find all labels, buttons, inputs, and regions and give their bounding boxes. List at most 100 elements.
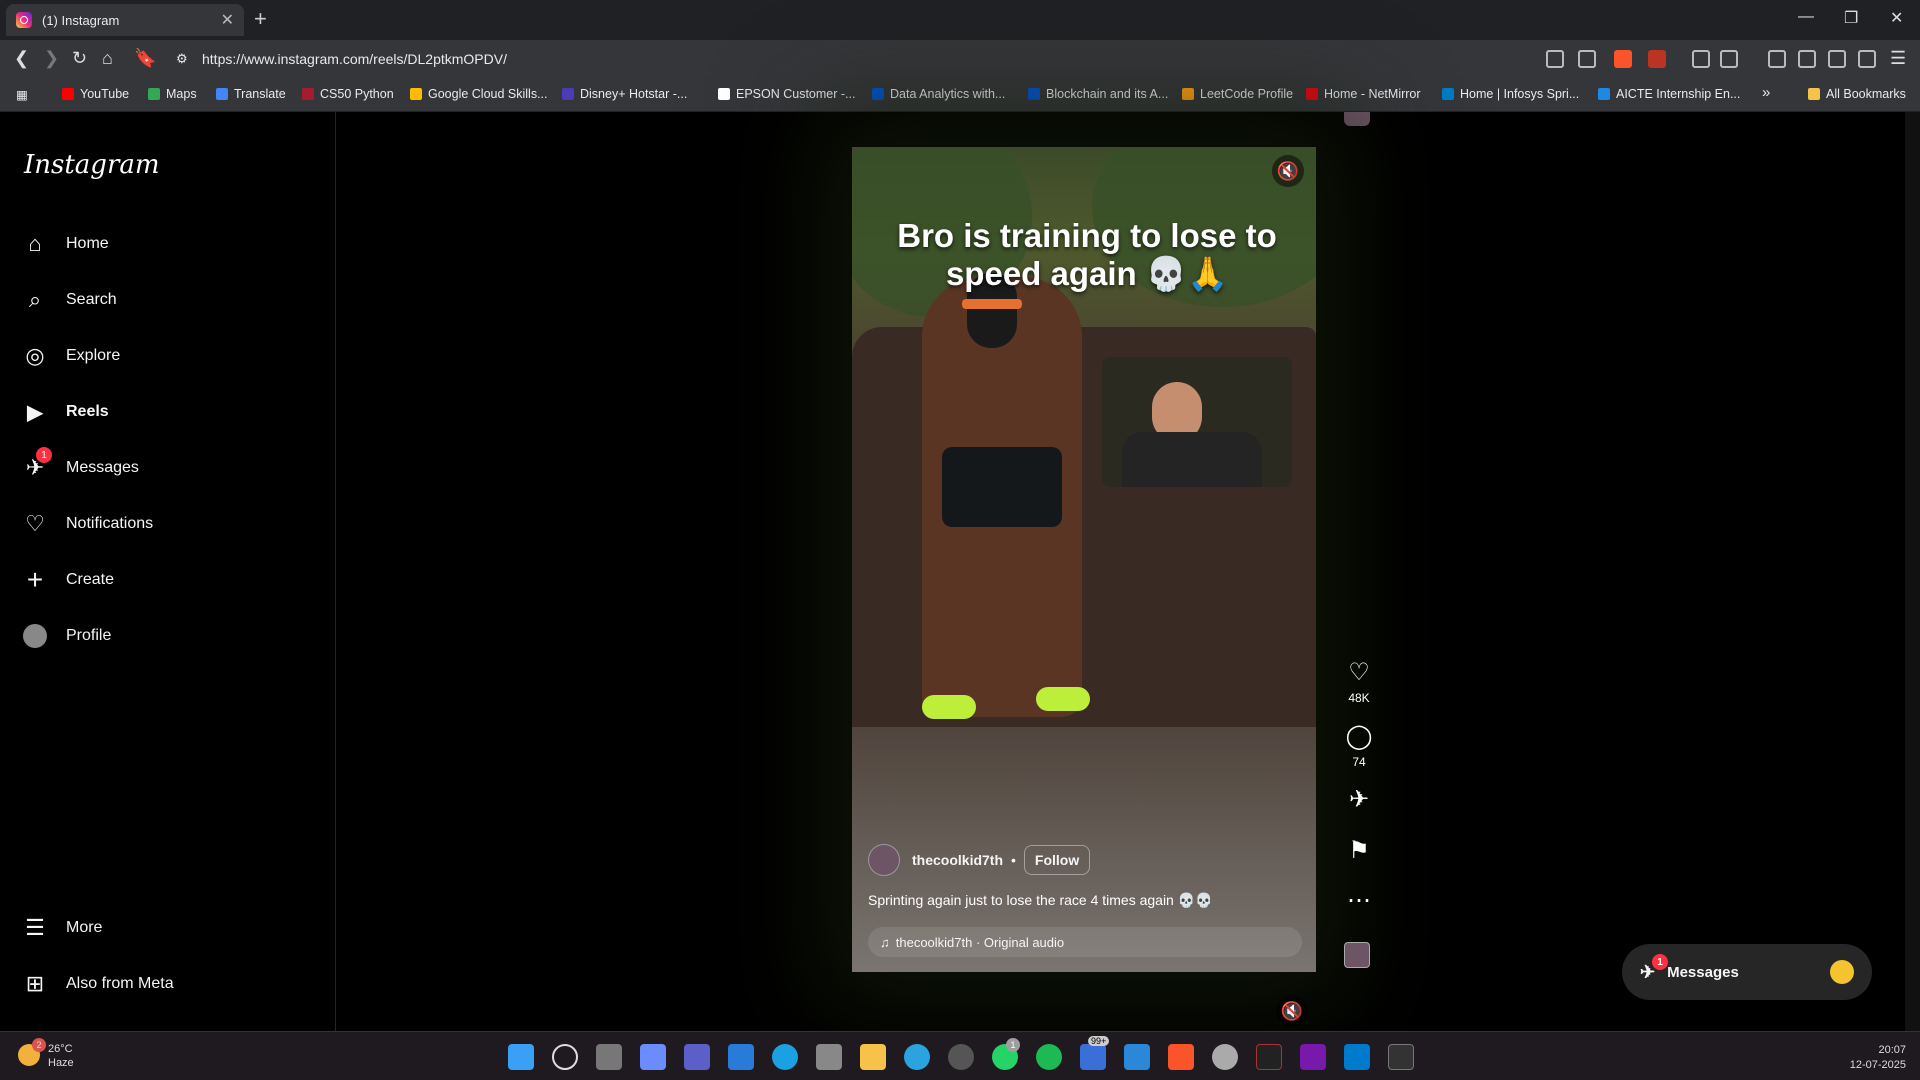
- mute-icon[interactable]: 🔇: [1272, 155, 1304, 187]
- nav-messages[interactable]: ✈ 1 Messages: [22, 447, 139, 483]
- brave-rewards-icon[interactable]: [1648, 50, 1666, 68]
- more-dots-icon[interactable]: ⋯: [1347, 886, 1371, 915]
- reload-icon[interactable]: ↻: [72, 48, 87, 69]
- cast-icon[interactable]: [1546, 50, 1564, 68]
- weather-widget[interactable]: 2 26°C Haze: [18, 1038, 74, 1070]
- comment-icon[interactable]: ◯: [1346, 722, 1373, 751]
- back-icon[interactable]: ❮: [14, 48, 29, 69]
- close-tab-icon[interactable]: ✕: [221, 10, 234, 30]
- bookmark-page-icon[interactable]: 🔖: [134, 48, 156, 69]
- messages-dock[interactable]: ✈ 1 Messages: [1622, 944, 1872, 1000]
- follow-button[interactable]: Follow: [1023, 845, 1091, 875]
- menu-icon[interactable]: ☰: [1890, 48, 1906, 69]
- more-bookmarks-icon[interactable]: »: [1762, 84, 1770, 101]
- file-explorer-icon[interactable]: [860, 1044, 886, 1070]
- nav-reels[interactable]: ▶ Reels: [22, 397, 108, 427]
- bookmark-epson[interactable]: EPSON Customer -...: [718, 87, 855, 101]
- bookmark-blockchain[interactable]: Blockchain and its A...: [1028, 87, 1168, 101]
- more-options[interactable]: ⋯: [1334, 886, 1384, 919]
- share-icon[interactable]: [1578, 50, 1596, 68]
- all-bookmarks-folder[interactable]: All Bookmarks: [1808, 87, 1906, 101]
- whatsapp-icon[interactable]: 1: [992, 1038, 1020, 1070]
- nav-also-from-meta[interactable]: ⊞ Also from Meta: [22, 969, 174, 999]
- clock-app-icon[interactable]: [1212, 1044, 1238, 1070]
- bookmark-google-cloud[interactable]: Google Cloud Skills...: [410, 87, 548, 101]
- temperature: 26°C: [48, 1043, 73, 1055]
- audio-thumbnail-avatar[interactable]: [1344, 942, 1370, 968]
- home-icon[interactable]: ⌂: [102, 48, 113, 69]
- new-tab-button[interactable]: +: [254, 6, 267, 32]
- todo-icon[interactable]: [1124, 1044, 1150, 1070]
- bookmark-maps[interactable]: Maps: [148, 87, 197, 101]
- taskbar-search-icon[interactable]: [552, 1044, 578, 1070]
- site-info-icon[interactable]: ⚙: [176, 51, 188, 67]
- author-username[interactable]: thecoolkid7th: [912, 852, 1003, 868]
- bookmark-cs50[interactable]: CS50 Python: [302, 87, 394, 101]
- bookmark-aicte[interactable]: AICTE Internship En...: [1598, 87, 1740, 101]
- brave-shields-icon[interactable]: [1614, 50, 1632, 68]
- onenote-icon[interactable]: [1300, 1044, 1326, 1070]
- windows-start-icon[interactable]: [508, 1044, 534, 1070]
- bookmark-icon[interactable]: ⚑: [1348, 836, 1370, 865]
- comment-action[interactable]: ◯ 74: [1334, 722, 1384, 769]
- system-clock[interactable]: 20:07 12-07-2025: [1850, 1043, 1906, 1073]
- url-text: https://www.instagram.com/reels/DL2ptkmO…: [202, 51, 507, 67]
- copilot-icon[interactable]: [640, 1044, 666, 1070]
- bookmark-netmirror[interactable]: Home - NetMirror: [1306, 87, 1421, 101]
- store-icon[interactable]: [816, 1044, 842, 1070]
- save-action[interactable]: ⚑: [1334, 836, 1384, 869]
- nav-explore[interactable]: ◎ Explore: [22, 341, 120, 371]
- mail-icon[interactable]: 99+: [1080, 1036, 1110, 1070]
- nav-home[interactable]: ⌂ Home: [22, 229, 108, 259]
- reel-description[interactable]: Sprinting again just to lose the race 4 …: [868, 892, 1213, 909]
- nav-profile[interactable]: Profile: [22, 621, 111, 651]
- spotify-icon[interactable]: [1036, 1044, 1062, 1070]
- telegram-icon[interactable]: [904, 1044, 930, 1070]
- screenshot-icon[interactable]: [1720, 50, 1738, 68]
- restore-icon[interactable]: ❐: [1844, 8, 1858, 28]
- vpn-icon[interactable]: [1858, 50, 1876, 68]
- task-view-icon[interactable]: [596, 1044, 622, 1070]
- autodesk-icon[interactable]: [1256, 1044, 1282, 1070]
- teams-icon[interactable]: [684, 1044, 710, 1070]
- apps-grid-icon[interactable]: ▦: [16, 87, 28, 102]
- browser-tab-strip: (1) Instagram ✕ + — ❐ ✕: [0, 0, 1920, 40]
- bookmark-leetcode[interactable]: LeetCode Profile: [1182, 87, 1293, 101]
- widgets-icon[interactable]: [728, 1044, 754, 1070]
- share-action[interactable]: ✈: [1334, 785, 1384, 818]
- brave-taskbar-icon[interactable]: [1168, 1044, 1194, 1070]
- minimize-icon[interactable]: —: [1798, 8, 1814, 26]
- browser-tab[interactable]: (1) Instagram ✕: [6, 4, 244, 36]
- nav-search[interactable]: ⌕ Search: [22, 285, 117, 315]
- vscode-icon[interactable]: [1344, 1044, 1370, 1070]
- bookmark-translate[interactable]: Translate: [216, 87, 286, 101]
- leo-ai-icon[interactable]: [1828, 50, 1846, 68]
- url-bar[interactable]: ⚙ https://www.instagram.com/reels/DL2ptk…: [176, 44, 1526, 74]
- separator-dot: •: [1011, 852, 1016, 868]
- author-avatar[interactable]: [868, 844, 900, 876]
- next-reel-mute-icon[interactable]: 🔇: [1276, 995, 1308, 1027]
- bookmark-hotstar[interactable]: Disney+ Hotstar -...: [562, 87, 687, 101]
- media-player-icon[interactable]: [948, 1044, 974, 1070]
- nav-create[interactable]: + Create: [22, 564, 114, 595]
- reel-audio-pill[interactable]: ♫ thecoolkid7th · Original audio: [868, 927, 1302, 957]
- reel-video[interactable]: Bro is training to lose to speed again 💀…: [852, 147, 1316, 972]
- wallet-icon[interactable]: [1798, 50, 1816, 68]
- nav-more[interactable]: ☰ More: [22, 913, 102, 943]
- terminal-icon[interactable]: [1388, 1044, 1414, 1070]
- send-icon[interactable]: ✈: [1349, 785, 1369, 814]
- close-window-icon[interactable]: ✕: [1890, 8, 1903, 28]
- bookmark-youtube[interactable]: YouTube: [62, 87, 129, 101]
- like-action[interactable]: ♡ 48K: [1334, 658, 1384, 705]
- previous-reel-avatar[interactable]: [1344, 112, 1370, 126]
- page-scrollbar[interactable]: [1905, 112, 1920, 1031]
- instagram-logo[interactable]: Instagram: [24, 150, 160, 180]
- edge-icon[interactable]: [772, 1044, 798, 1070]
- extensions-icon[interactable]: [1692, 50, 1710, 68]
- bookmark-data-analytics[interactable]: Data Analytics with...: [872, 87, 1005, 101]
- bookmark-infosys[interactable]: Home | Infosys Spri...: [1442, 87, 1579, 101]
- heart-icon[interactable]: ♡: [1348, 658, 1370, 687]
- sidebar-toggle-icon[interactable]: [1768, 50, 1786, 68]
- forward-icon[interactable]: ❯: [44, 48, 59, 69]
- nav-notifications[interactable]: ♡ Notifications: [22, 509, 153, 539]
